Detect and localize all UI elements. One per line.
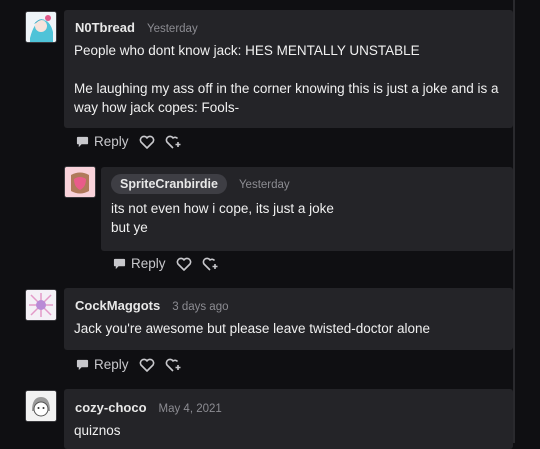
comment-actions: Reply (76, 134, 183, 149)
avatar[interactable] (25, 11, 57, 43)
comment-text: its not even how i cope, its just a joke (111, 201, 334, 216)
comment-author[interactable]: N0Tbread (75, 20, 135, 35)
reply-label: Reply (131, 256, 166, 271)
comment-header: cozy-choco May 4, 2021 (75, 399, 222, 417)
comment-date[interactable]: May 4, 2021 (159, 403, 222, 415)
comment-actions: Reply (113, 256, 220, 271)
heart-icon (139, 358, 154, 372)
like-button[interactable] (139, 135, 155, 149)
avatar[interactable] (25, 390, 57, 422)
comment-body: People who dont know jack: HES MENTALLY … (74, 41, 504, 117)
avatar-image (26, 290, 56, 320)
comment-date[interactable]: Yesterday (147, 23, 198, 35)
comment-text: but ye (111, 220, 148, 235)
reply-label: Reply (94, 134, 129, 149)
reply-button[interactable]: Reply (113, 256, 166, 271)
comment-actions: Reply (76, 357, 183, 372)
like-button[interactable] (139, 358, 155, 372)
comment-body: quiznos (74, 421, 504, 440)
avatar[interactable] (25, 289, 57, 321)
comment-body: Jack you're awesome but please leave twi… (74, 319, 504, 338)
reply-button[interactable]: Reply (76, 357, 129, 372)
comment-author[interactable]: CockMaggots (75, 298, 160, 313)
comment-author[interactable]: SpriteCranbirdie (111, 174, 227, 194)
reblog-like-button[interactable] (165, 135, 183, 149)
comment-text: quiznos (74, 423, 121, 438)
comment-date[interactable]: 3 days ago (172, 301, 228, 313)
speech-bubble-icon (76, 136, 89, 148)
avatar-image (26, 391, 56, 421)
reblog-like-button[interactable] (165, 358, 183, 372)
comment-header: SpriteCranbirdie Yesterday (111, 174, 290, 194)
comment-author[interactable]: cozy-choco (75, 400, 147, 415)
avatar-image (65, 167, 95, 197)
speech-bubble-icon (76, 359, 89, 371)
comment-header: N0Tbread Yesterday (75, 19, 198, 37)
comment-bubble (64, 389, 513, 449)
heart-plus-icon (165, 135, 181, 149)
heart-icon (139, 135, 154, 149)
heart-plus-icon (165, 358, 181, 372)
like-button[interactable] (176, 257, 192, 271)
comment-text: Jack you're awesome but please leave twi… (74, 321, 431, 336)
reply-button[interactable]: Reply (76, 134, 129, 149)
speech-bubble-icon (113, 258, 126, 270)
reblog-like-button[interactable] (202, 257, 220, 271)
heart-plus-icon (202, 257, 218, 271)
comment-date[interactable]: Yesterday (239, 179, 290, 191)
comment-body: its not even how i cope, its just a joke… (111, 199, 501, 237)
reply-label: Reply (94, 357, 129, 372)
comment-text: People who dont know jack: HES MENTALLY … (74, 43, 420, 58)
thread-divider (513, 0, 515, 443)
heart-icon (176, 257, 191, 271)
avatar-image (26, 12, 56, 42)
comment-header: CockMaggots 3 days ago (75, 297, 229, 315)
comment-text: Me laughing my ass off in the corner kno… (74, 81, 499, 115)
avatar[interactable] (64, 166, 96, 198)
